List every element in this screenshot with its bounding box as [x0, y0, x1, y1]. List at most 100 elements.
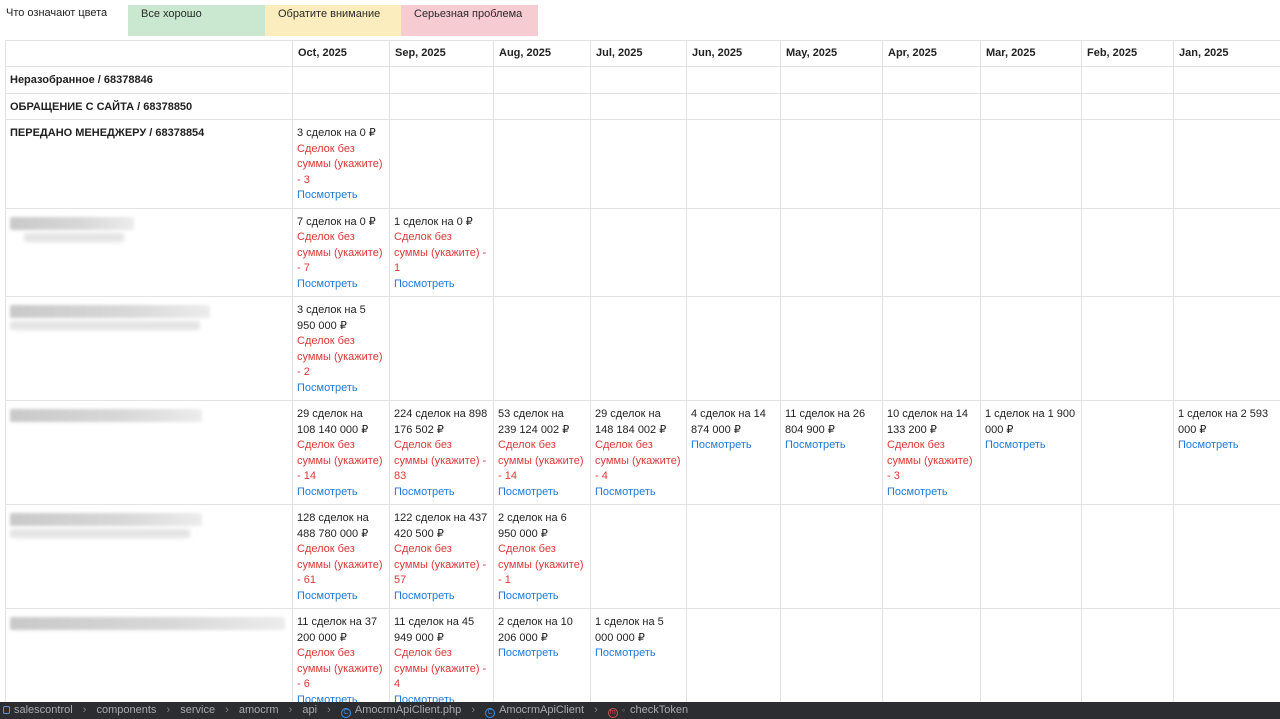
cell-empty	[590, 92, 687, 120]
cell-empty	[980, 207, 1082, 297]
view-link[interactable]: Посмотреть	[297, 381, 384, 397]
view-link[interactable]: Посмотреть	[297, 188, 384, 204]
cell-empty	[493, 119, 591, 209]
month-header-row: Oct, 2025 Sep, 2025 Aug, 2025 Jul, 2025 …	[5, 40, 1280, 67]
no-sum-warning: Сделок без суммы (укажите) - 2	[297, 335, 383, 378]
deal-summary: 122 сделок на 437 420 500 ₽	[394, 512, 488, 540]
view-link[interactable]: Посмотреть	[595, 485, 681, 501]
month-header: Feb, 2025	[1081, 40, 1174, 67]
redacted-text	[24, 232, 124, 242]
legend-warn-swatch: Обратите внимание	[265, 5, 401, 36]
view-link[interactable]: Посмотреть	[985, 438, 1076, 454]
view-link[interactable]: Посмотреть	[691, 438, 775, 454]
breadcrumb-item[interactable]: AmocrmApiClient	[499, 702, 584, 719]
breadcrumb-item[interactable]: salescontrol	[14, 702, 73, 719]
no-sum-warning: Сделок без суммы (укажите) - 3	[297, 142, 383, 186]
breadcrumb-item[interactable]: api	[302, 702, 317, 719]
deal-summary: 29 сделок на 148 184 002 ₽	[595, 408, 667, 436]
month-header: May, 2025	[780, 40, 883, 67]
cell-empty	[389, 92, 494, 120]
color-legend: Что означают цвета Все хорошо Обратите в…	[0, 0, 1280, 38]
view-link[interactable]: Посмотреть	[595, 646, 681, 662]
stage-name-redacted	[5, 400, 293, 505]
breadcrumb-item[interactable]: components	[97, 702, 157, 719]
view-link[interactable]: Посмотреть	[498, 485, 585, 501]
redacted-text	[10, 305, 210, 318]
cell-empty	[590, 119, 687, 209]
redacted-text	[10, 529, 190, 538]
cell-empty	[1081, 66, 1174, 94]
class-icon: C	[485, 708, 496, 718]
month-header: Jun, 2025	[686, 40, 781, 67]
cell-empty	[590, 207, 687, 297]
cell-empty	[1173, 92, 1280, 120]
view-link[interactable]: Посмотреть	[498, 646, 585, 662]
cell-empty	[493, 92, 591, 120]
cell-empty	[1173, 207, 1280, 297]
view-link[interactable]: Посмотреть	[1178, 438, 1275, 454]
deal-summary: 1 сделок на 5 000 000 ₽	[595, 616, 664, 644]
no-sum-warning: Сделок без суммы (укажите) - 14	[498, 439, 584, 482]
view-link[interactable]: Посмотреть	[297, 277, 384, 293]
cell-empty	[493, 207, 591, 297]
deal-summary: 1 сделок на 2 593 000 ₽	[1178, 408, 1269, 436]
chevron-right-icon: ›	[471, 704, 475, 716]
deal-cell: 1 сделок на 5 000 000 ₽ Посмотреть	[590, 608, 687, 713]
cell-empty	[292, 66, 390, 94]
table-row: Неразобранное / 68378846	[5, 66, 1280, 94]
cell-empty	[1081, 296, 1174, 401]
deal-summary: 10 сделок на 14 133 200 ₽	[887, 408, 968, 436]
table-row: 11 сделок на 37 200 000 ₽ Сделок без сум…	[5, 608, 1280, 713]
redacted-text	[10, 409, 202, 422]
cell-empty	[780, 92, 883, 120]
cell-empty	[493, 296, 591, 401]
table-row: 7 сделок на 0 ₽ Сделок без суммы (укажит…	[5, 207, 1280, 297]
method-icon: m	[607, 708, 618, 718]
breadcrumb-item[interactable]: checkToken	[630, 702, 688, 719]
no-sum-warning: Сделок без суммы (укажите) - 1	[394, 231, 487, 274]
redacted-text	[10, 321, 200, 330]
view-link[interactable]: Посмотреть	[297, 589, 384, 605]
view-link[interactable]: Посмотреть	[785, 438, 877, 454]
view-link[interactable]: Посмотреть	[297, 485, 384, 501]
stage-name-redacted	[5, 608, 293, 713]
deal-cell: 11 сделок на 26 804 900 ₽ Посмотреть	[780, 400, 883, 505]
deal-cell: 29 сделок на 148 184 002 ₽ Сделок без су…	[590, 400, 687, 505]
cell-empty	[389, 66, 494, 94]
deal-summary: 1 сделок на 1 900 000 ₽	[985, 408, 1076, 436]
deal-cell: 122 сделок на 437 420 500 ₽ Сделок без с…	[389, 504, 494, 609]
cell-empty	[882, 608, 981, 713]
month-header: Aug, 2025	[493, 40, 591, 67]
cell-empty	[686, 207, 781, 297]
cell-empty	[980, 608, 1082, 713]
breadcrumb-item[interactable]: amocrm	[239, 702, 279, 719]
no-sum-warning: Сделок без суммы (укажите) - 4	[595, 439, 681, 482]
redacted-text	[10, 617, 285, 630]
no-sum-warning: Сделок без суммы (укажите) - 61	[297, 543, 383, 586]
legend-title: Что означают цвета	[6, 7, 108, 19]
chevron-right-icon: ›	[288, 704, 293, 716]
cell-empty	[590, 504, 687, 609]
no-sum-warning: Сделок без суммы (укажите) - 1	[498, 543, 584, 586]
table-row: ПЕРЕДАНО МЕНЕДЖЕРУ / 68378854 3 сделок н…	[5, 119, 1280, 209]
ide-breadcrumb-bar: salescontrol › components › service › am…	[0, 702, 1280, 719]
cell-empty	[780, 207, 883, 297]
view-link[interactable]: Посмотреть	[394, 589, 488, 605]
lock-icon: ◦	[621, 705, 626, 715]
cell-empty	[389, 119, 494, 209]
view-link[interactable]: Посмотреть	[498, 589, 585, 605]
breadcrumb-item[interactable]: AmocrmApiClient.php	[355, 702, 461, 719]
deal-cell: 128 сделок на 488 780 000 ₽ Сделок без с…	[292, 504, 390, 609]
deal-summary: 1 сделок на 0 ₽	[394, 215, 473, 228]
breadcrumb-item[interactable]: service	[180, 702, 215, 719]
deal-summary: 3 сделок на 5 950 000 ₽	[297, 304, 366, 332]
view-link[interactable]: Посмотреть	[887, 485, 975, 501]
legend-bad-swatch: Серьезная проблема	[401, 5, 538, 36]
stage-name-redacted	[5, 296, 293, 401]
view-link[interactable]: Посмотреть	[394, 277, 488, 293]
deal-summary: 3 сделок на 0 ₽	[297, 127, 376, 139]
deal-cell: 7 сделок на 0 ₽ Сделок без суммы (укажит…	[292, 207, 390, 297]
view-link[interactable]: Посмотреть	[394, 485, 488, 501]
chevron-right-icon: ›	[82, 704, 87, 716]
month-header: Apr, 2025	[882, 40, 981, 67]
